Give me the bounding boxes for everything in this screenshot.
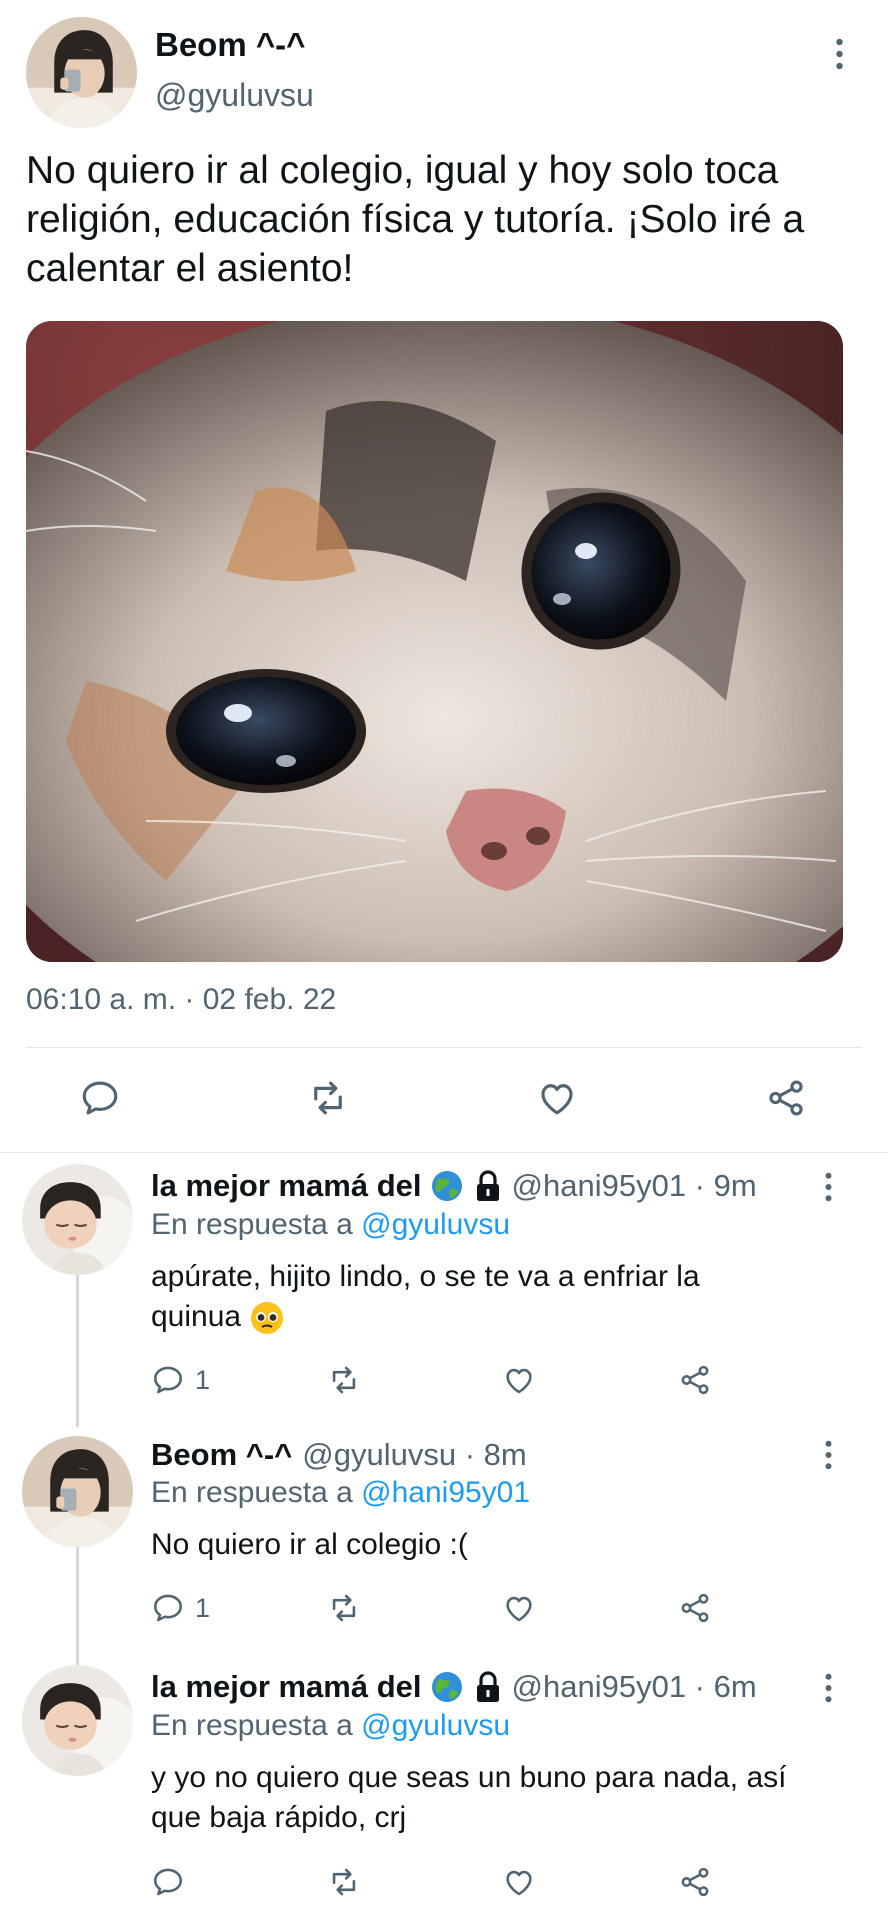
more-options-icon[interactable] — [824, 1440, 833, 1470]
author-handle[interactable]: @gyuluvsu — [155, 77, 314, 114]
lock-icon — [476, 1170, 499, 1201]
reply-handle-time[interactable]: @hani95y01 · 6m — [512, 1669, 757, 1705]
reply-context: En respuesta a @hani95y01 — [151, 1476, 531, 1509]
crying-cat-photo-icon — [26, 321, 843, 962]
more-options-icon[interactable] — [824, 1172, 833, 1202]
share-button[interactable] — [678, 1591, 712, 1625]
tweet-text: No quiero ir al colegio, igual y hoy sol… — [26, 149, 805, 290]
reply-avatar[interactable] — [22, 1665, 133, 1776]
main-share-button[interactable] — [765, 1077, 807, 1124]
retweet-button[interactable] — [327, 1865, 361, 1899]
reply-icon — [151, 1865, 185, 1899]
reply-handle-time[interactable]: @hani95y01 · 9m — [512, 1168, 757, 1204]
reply-to-link[interactable]: @gyuluvsu — [361, 1208, 510, 1241]
tweet-timestamp[interactable]: 06:10 a. m. · 02 feb. 22 — [26, 983, 336, 1017]
thread-line — [76, 1547, 79, 1665]
reply-context: En respuesta a @gyuluvsu — [151, 1208, 510, 1241]
like-button[interactable] — [502, 1591, 536, 1625]
reply-display-name[interactable]: la mejor mamá del — [151, 1669, 422, 1705]
main-reply-button[interactable] — [79, 1077, 121, 1124]
like-button[interactable] — [502, 1363, 536, 1397]
divider — [0, 1152, 888, 1153]
reply-icon — [151, 1591, 185, 1625]
reply-count: 1 — [195, 1364, 211, 1395]
thread-line — [76, 1275, 79, 1427]
main-like-button[interactable] — [536, 1077, 578, 1124]
tweet-photo[interactable] — [26, 321, 843, 962]
reply-text: apúrate, hijito lindo, o se te va a enfr… — [151, 1257, 781, 1337]
share-icon — [765, 1077, 807, 1119]
share-icon — [678, 1363, 712, 1397]
share-icon — [678, 1865, 712, 1899]
more-options-icon[interactable] — [824, 1673, 833, 1703]
reply-button[interactable]: 1 — [151, 1363, 210, 1397]
share-button[interactable] — [678, 1865, 712, 1899]
retweet-button[interactable] — [327, 1363, 361, 1397]
reply-avatar[interactable] — [22, 1164, 133, 1275]
retweet-icon — [327, 1865, 361, 1899]
author-avatar[interactable] — [26, 17, 137, 128]
pleading-face-emoji-icon — [251, 1302, 284, 1335]
like-icon — [536, 1077, 578, 1119]
like-icon — [502, 1591, 536, 1625]
author-display-name[interactable]: Beom ^-^ — [155, 26, 305, 64]
like-button[interactable] — [502, 1865, 536, 1899]
share-button[interactable] — [678, 1363, 712, 1397]
reply-handle-time[interactable]: @gyuluvsu · 8m — [302, 1437, 526, 1473]
retweet-icon — [307, 1077, 349, 1119]
lock-icon — [476, 1671, 499, 1702]
main-retweet-button[interactable] — [307, 1077, 349, 1124]
more-options-icon[interactable] — [835, 38, 844, 70]
like-icon — [502, 1865, 536, 1899]
reply-icon — [151, 1363, 185, 1397]
share-icon — [678, 1591, 712, 1625]
globe-emoji-icon — [431, 1672, 462, 1702]
retweet-button[interactable] — [327, 1591, 361, 1625]
reply-context: En respuesta a @gyuluvsu — [151, 1709, 510, 1742]
reply-display-name[interactable]: Beom ^-^ — [151, 1437, 292, 1473]
globe-emoji-icon — [431, 1171, 462, 1201]
reply-to-link[interactable]: @gyuluvsu — [361, 1709, 510, 1742]
reply-button[interactable]: 1 — [151, 1591, 210, 1625]
reply-text: No quiero ir al colegio :( — [151, 1528, 468, 1561]
reply-display-name[interactable]: la mejor mamá del — [151, 1168, 422, 1204]
reply-avatar[interactable] — [22, 1436, 133, 1547]
retweet-icon — [327, 1363, 361, 1397]
reply-text: y yo no quiero que seas un buno para nad… — [151, 1761, 787, 1834]
reply-count: 1 — [195, 1592, 211, 1623]
reply-icon — [79, 1077, 121, 1119]
divider — [26, 1047, 862, 1048]
reply-button[interactable] — [151, 1865, 195, 1899]
retweet-icon — [327, 1591, 361, 1625]
like-icon — [502, 1363, 536, 1397]
reply-to-link[interactable]: @hani95y01 — [361, 1476, 530, 1509]
